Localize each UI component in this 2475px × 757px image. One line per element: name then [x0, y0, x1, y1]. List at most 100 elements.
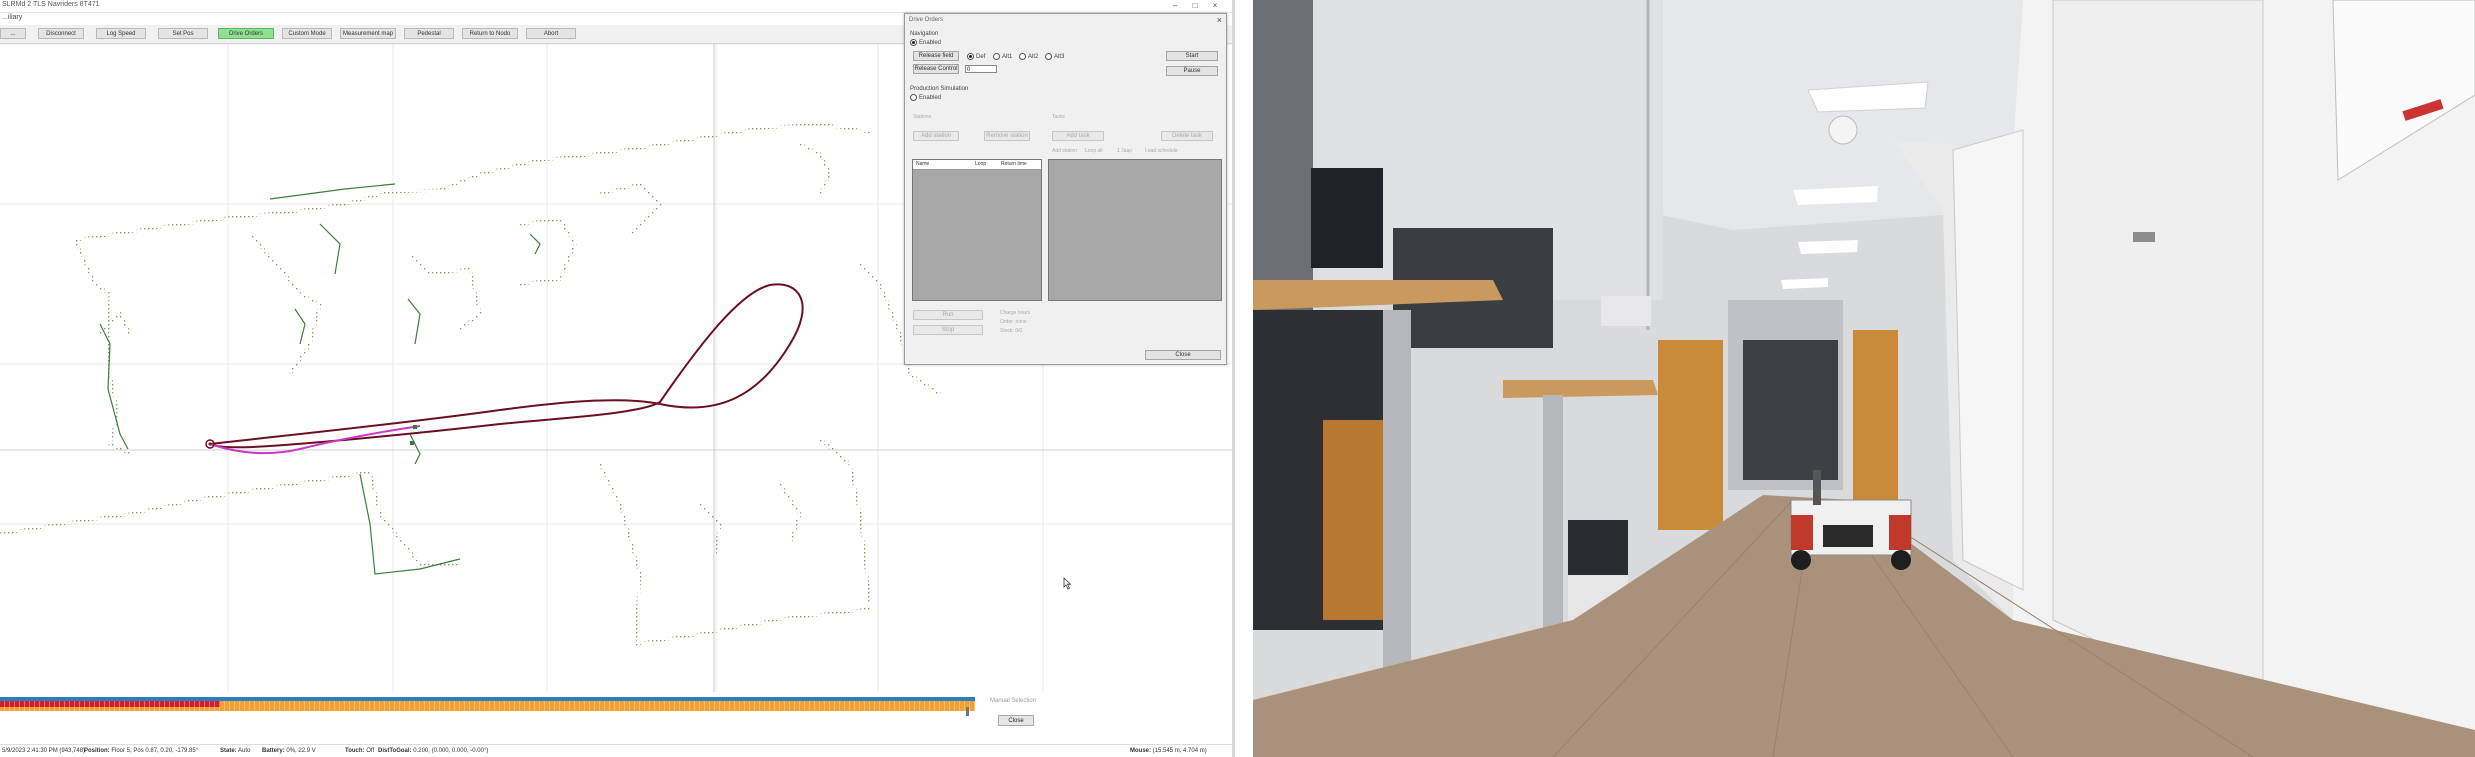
- production-enabled-option[interactable]: Enabled: [910, 94, 941, 101]
- bookshelf: [1658, 340, 1723, 530]
- production-heading: Production Simulation: [910, 86, 969, 92]
- custom-mode-button[interactable]: Custom Mode: [282, 28, 332, 39]
- status-state-value: Auto: [238, 748, 251, 754]
- far-cabinet: [1853, 330, 1898, 500]
- ceiling-fixture: [1828, 115, 1858, 145]
- robot-wheel: [1791, 550, 1811, 570]
- column-return-time[interactable]: Return time: [1001, 161, 1027, 167]
- abort-button[interactable]: Abort: [526, 28, 576, 39]
- navigation-heading: Navigation: [910, 31, 939, 37]
- corridor-photo-illustration: [1253, 0, 2475, 757]
- radio-dot-icon: [1019, 53, 1026, 60]
- status-mouse-label: Mouse:: [1130, 748, 1151, 754]
- dialog-close-icon[interactable]: ×: [1217, 15, 1222, 25]
- radio-def[interactable]: Def: [967, 53, 985, 60]
- status-state-label: State:: [220, 748, 237, 754]
- column-loop[interactable]: Loop: [975, 161, 986, 167]
- option-load-schedule[interactable]: Load schedule: [1145, 148, 1178, 154]
- desk-leg: [1383, 310, 1411, 680]
- title-bar: SLRMd 2 TLS Navriders 8T471 – □ ×: [0, 0, 1232, 13]
- drawer-cabinet: [1323, 420, 1383, 620]
- door: [2052, 0, 2264, 721]
- status-bar: 5/9/2023 2:41:30 PM (943,748) Position: …: [0, 744, 1232, 757]
- radio-alt1[interactable]: Alt1: [993, 53, 1012, 60]
- radio-dot-icon: [910, 94, 917, 101]
- radio-alt2[interactable]: Alt2: [1019, 53, 1038, 60]
- sim-info-stock: Stock: 0/0: [1000, 328, 1023, 334]
- printer: [1601, 296, 1651, 326]
- navigation-enabled-option[interactable]: Enabled: [910, 39, 941, 46]
- add-task-button[interactable]: Add task: [1052, 131, 1104, 141]
- mouse-cursor: [1063, 577, 1072, 590]
- ceiling-light: [1781, 278, 1828, 289]
- menu-item-auxiliary[interactable]: ...iliary: [2, 14, 22, 21]
- radio-dot-icon: [910, 39, 917, 46]
- radio-dot-icon: [993, 53, 1000, 60]
- door: [1952, 129, 2024, 591]
- return-to-node-button[interactable]: Return to Nodo: [462, 28, 518, 39]
- timeline-ticks: [0, 701, 975, 711]
- start-button[interactable]: Start: [1166, 51, 1218, 61]
- column-name[interactable]: Name: [916, 161, 929, 167]
- dialog-close-button[interactable]: Close: [1145, 350, 1221, 360]
- robot-wheel: [1891, 550, 1911, 570]
- timeline-handle[interactable]: [966, 707, 969, 716]
- measurement-map-button[interactable]: Measurement map: [340, 28, 396, 39]
- delete-task-button[interactable]: Delete task: [1161, 131, 1213, 141]
- navigation-enabled-label: Enabled: [919, 40, 942, 47]
- stop-button[interactable]: Stop: [913, 325, 983, 335]
- drive-orders-dialog: Drive Orders × Navigation Enabled Releas…: [904, 13, 1227, 365]
- run-button[interactable]: Run: [913, 310, 983, 320]
- monitor: [1311, 168, 1383, 268]
- radio-alt3[interactable]: Alt3: [1045, 53, 1064, 60]
- close-window-button[interactable]: ×: [1206, 0, 1224, 11]
- disconnect-button[interactable]: Disconnect: [38, 28, 84, 39]
- status-position-label: Position:: [84, 748, 110, 754]
- release-control-input[interactable]: 0: [965, 65, 997, 73]
- production-enabled-label: Enabled: [919, 95, 942, 102]
- status-time: 5/9/2023 2:41:30 PM (943,748): [2, 748, 86, 754]
- add-station-button[interactable]: Add station: [913, 131, 959, 141]
- door-handle-icon: [2133, 232, 2155, 242]
- radio-alt2-label: Alt2: [1028, 54, 1039, 61]
- release-field-button[interactable]: Release field: [913, 51, 959, 61]
- sim-info-charge: Charge hours: [1000, 310, 1031, 316]
- replay-label: Manual Selection: [990, 698, 1037, 704]
- fleet-manager-window: SLRMd 2 TLS Navriders 8T471 – □ × ...ili…: [0, 0, 1235, 757]
- radio-def-label: Def: [976, 54, 986, 61]
- pause-button[interactable]: Pause: [1166, 66, 1218, 76]
- status-battery-label: Battery:: [262, 748, 285, 754]
- robot-sensor-icon: [1823, 525, 1873, 547]
- stations-list-header: Name Loop Return time: [913, 160, 1041, 170]
- log-speed-button[interactable]: Log Speed: [96, 28, 146, 39]
- remove-station-button[interactable]: Remove station: [984, 131, 1030, 141]
- set-pos-button[interactable]: Set Pos: [158, 28, 208, 39]
- waypoint-marker[interactable]: [410, 441, 414, 445]
- radio-alt1-label: Alt1: [1002, 54, 1013, 61]
- maximize-button[interactable]: □: [1186, 0, 1204, 11]
- release-control-button[interactable]: Release Control: [913, 64, 959, 74]
- pedestal-button[interactable]: Pedestal: [404, 28, 454, 39]
- status-touch-value: Off: [366, 748, 375, 754]
- radio-dot-icon: [967, 53, 974, 60]
- drive-orders-button[interactable]: Drive Orders: [218, 28, 274, 39]
- desk-top: [1503, 380, 1658, 398]
- waypoint-marker[interactable]: [413, 425, 417, 429]
- map-walls-scan: [0, 122, 941, 646]
- replay-timeline[interactable]: [0, 697, 975, 716]
- minimize-button[interactable]: –: [1166, 0, 1184, 11]
- map-walls-solid: [99, 183, 541, 575]
- sim-info-order: Order: none: [1000, 319, 1027, 325]
- option-add-station[interactable]: Add station: [1052, 148, 1077, 154]
- tasks-list[interactable]: [1048, 159, 1222, 301]
- shelf-unit: [1743, 340, 1838, 480]
- option-loop-all[interactable]: Loop all: [1085, 148, 1103, 154]
- tasks-label: Tasks: [1052, 114, 1065, 120]
- robot-bumper: [1889, 515, 1911, 550]
- toolbar-button-connect[interactable]: ...: [0, 28, 26, 39]
- status-touch-label: Touch:: [345, 748, 365, 754]
- option-jaap[interactable]: 1 Jaap: [1117, 148, 1132, 154]
- radio-alt3-label: Alt3: [1054, 54, 1065, 61]
- stations-list[interactable]: Name Loop Return time: [912, 159, 1042, 301]
- replay-close-button[interactable]: Close: [998, 715, 1034, 726]
